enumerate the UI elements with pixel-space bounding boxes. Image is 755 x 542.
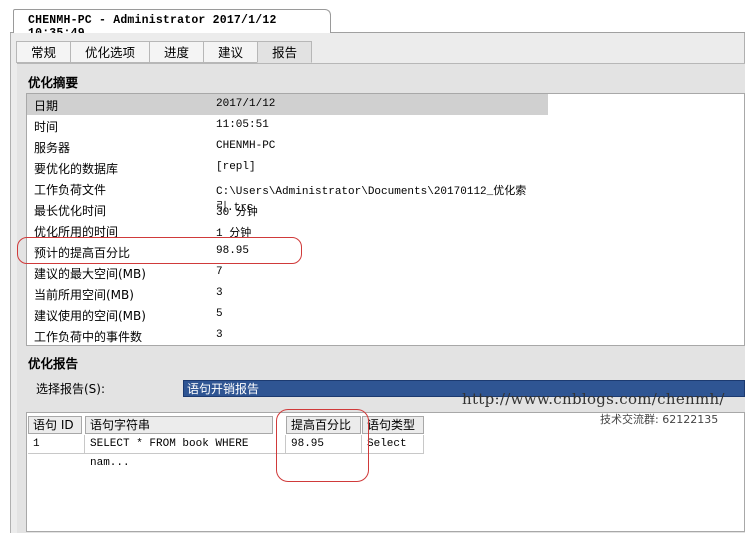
session-tab[interactable]: CHENMH-PC - Administrator 2017/1/12 10:3…: [13, 9, 331, 40]
report-table[interactable]: 语句 ID 语句字符串 提高百分比 语句类型 1 SELECT * FROM b…: [26, 412, 745, 532]
watermark-url: http://www.cnblogs.com/chenmh/: [462, 390, 725, 408]
summary-row[interactable]: 日期 2017/1/12: [27, 94, 548, 115]
highlight-circle: [17, 237, 302, 264]
summary-row[interactable]: 工作负荷文件 C:\Users\Administrator\Documents\…: [27, 178, 548, 214]
summary-value: 3: [216, 329, 223, 341]
tab-progress[interactable]: 进度: [149, 41, 204, 63]
summary-value: 30 分钟: [216, 207, 258, 219]
cell-statement-string: SELECT * FROM book WHERE nam...: [85, 435, 286, 469]
summary-row[interactable]: 工作负荷中的事件数 3: [27, 325, 548, 346]
summary-row[interactable]: 最长优化时间 30 分钟: [27, 199, 548, 220]
tab-recommendations[interactable]: 建议: [203, 41, 258, 63]
cell-statement-id: 1: [28, 435, 85, 454]
column-header-statement-type[interactable]: 语句类型: [362, 416, 424, 434]
summary-value: 5: [216, 308, 223, 320]
tab-reports[interactable]: 报告: [257, 41, 313, 63]
summary-title: 优化摘要: [28, 75, 79, 90]
summary-key: 建议的最大空间(MB): [34, 267, 146, 281]
summary-row[interactable]: 建议使用的空间(MB) 5: [27, 304, 548, 325]
tab-tuning-options[interactable]: 优化选项: [70, 41, 150, 63]
summary-value: 3: [216, 287, 223, 299]
summary-key: 时间: [34, 120, 59, 134]
summary-row[interactable]: 建议的最大空间(MB) 7: [27, 262, 548, 283]
column-header-statement-string[interactable]: 语句字符串: [85, 416, 273, 434]
summary-value: 2017/1/12: [216, 98, 276, 110]
select-report-label: 选择报告(S):: [36, 382, 106, 396]
summary-key: 日期: [34, 99, 59, 113]
column-header-statement-id[interactable]: 语句 ID: [28, 416, 82, 434]
summary-key: 工作负荷文件: [34, 183, 107, 197]
summary-key: 要优化的数据库: [34, 162, 119, 176]
summary-row[interactable]: 当前所用空间(MB) 3: [27, 283, 548, 304]
summary-key: 最长优化时间: [34, 204, 107, 218]
summary-value: CHENMH-PC: [216, 140, 276, 152]
summary-value: [repl]: [216, 161, 256, 173]
tab-general[interactable]: 常规: [16, 41, 71, 63]
summary-key: 服务器: [34, 141, 71, 155]
summary-key: 建议使用的空间(MB): [34, 309, 146, 323]
summary-value: 7: [216, 266, 223, 278]
summary-grid[interactable]: 日期 2017/1/12 时间 11:05:51 服务器 CHENMH-PC 要…: [26, 93, 745, 346]
summary-value: 11:05:51: [216, 119, 269, 131]
report-title: 优化报告: [28, 356, 79, 371]
summary-key: 当前所用空间(MB): [34, 288, 134, 302]
summary-row[interactable]: 要优化的数据库 [repl]: [27, 157, 548, 178]
summary-row[interactable]: 服务器 CHENMH-PC: [27, 136, 548, 157]
cell-statement-type: Select: [362, 435, 424, 454]
tab-bar: 常规 优化选项 进度 建议 报告: [16, 41, 313, 63]
summary-row[interactable]: 时间 11:05:51: [27, 115, 548, 136]
highlight-circle: [276, 409, 369, 482]
summary-key: 工作负荷中的事件数: [34, 330, 143, 344]
watermark-note: 技术交流群: 62122135: [600, 413, 719, 426]
